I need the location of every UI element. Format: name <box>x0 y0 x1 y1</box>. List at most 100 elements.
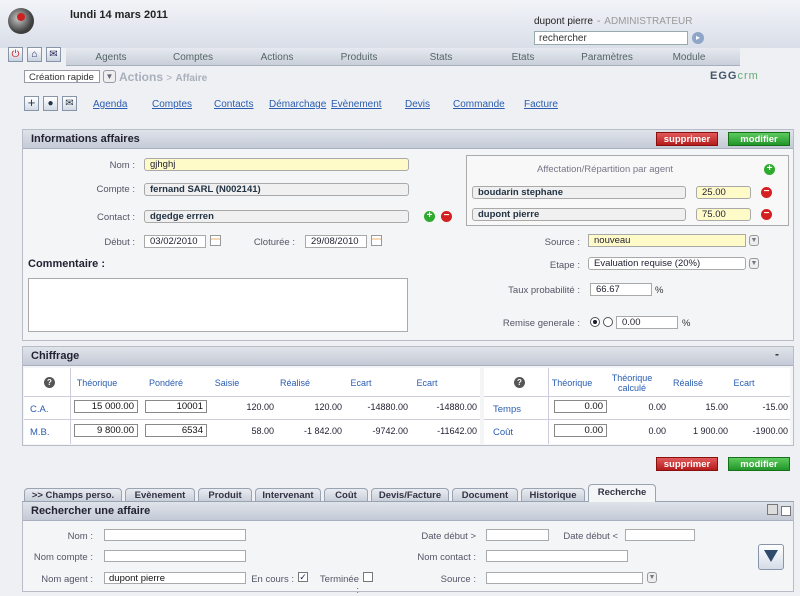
contact-label: Contact : <box>96 212 135 223</box>
ca-pondere-input[interactable]: 10001 <box>145 400 207 413</box>
add-icon[interactable]: + <box>24 96 39 111</box>
tab-evenement[interactable]: Evènement <box>125 488 195 501</box>
link-evenement[interactable]: Evènement <box>331 99 382 110</box>
remise-unit: % <box>682 318 691 329</box>
nav-produits[interactable]: Produits <box>328 52 390 63</box>
row-mb-label: M.B. <box>30 427 50 438</box>
chevron-down-icon[interactable]: ▼ <box>749 235 759 246</box>
link-facture[interactable]: Facture <box>524 99 558 110</box>
add-contact-icon[interactable]: + <box>424 211 435 222</box>
agent-name-field[interactable]: dupont pierre <box>472 208 686 221</box>
remise-radio-percent[interactable] <box>590 317 600 327</box>
agent-name-field[interactable]: boudarin stephane <box>472 186 686 199</box>
date-debut-lt-label: Date début < <box>563 531 618 542</box>
nom-contact-input[interactable] <box>486 550 628 562</box>
ca-theorique-input[interactable]: 15 000.00 <box>74 400 138 413</box>
export-icon[interactable] <box>781 506 791 516</box>
taux-label: Taux probabilité : <box>508 285 580 296</box>
quick-create-select[interactable]: Création rapide <box>24 70 100 83</box>
help-icon[interactable]: ? <box>514 377 525 388</box>
mb-theorique-input[interactable]: 9 800.00 <box>74 424 138 437</box>
tab-champs-perso[interactable]: >> Champs perso. <box>24 488 122 501</box>
agent-pct-field[interactable]: 25.00 <box>696 186 751 199</box>
link-commande[interactable]: Commande <box>453 99 505 110</box>
source-select[interactable]: nouveau <box>588 234 746 247</box>
link-contacts[interactable]: Contacts <box>214 99 253 110</box>
comment-icon[interactable]: ● <box>43 96 58 111</box>
nav-etats[interactable]: Etats <box>492 52 554 63</box>
help-icon[interactable]: ? <box>44 377 55 388</box>
search-submit-button[interactable] <box>758 544 784 570</box>
link-comptes[interactable]: Comptes <box>152 99 192 110</box>
commentaire-textarea[interactable] <box>28 278 408 332</box>
tab-produit[interactable]: Produit <box>198 488 252 501</box>
mb-pondere-input[interactable]: 6534 <box>145 424 207 437</box>
chevron-down-icon[interactable]: ▼ <box>103 70 116 83</box>
remise-label: Remise generale : <box>502 318 580 329</box>
nav-stats[interactable]: Stats <box>410 52 472 63</box>
chevron-down-icon[interactable]: ▼ <box>647 572 657 583</box>
remove-contact-icon[interactable]: − <box>441 211 452 222</box>
col-theorique: Théorique <box>76 378 118 388</box>
etape-select[interactable]: Evaluation requise (20%) <box>588 257 746 270</box>
nav-actions[interactable]: Actions <box>246 52 308 63</box>
calendar-icon[interactable] <box>210 235 221 246</box>
link-demarchage[interactable]: Démarchage <box>269 99 326 110</box>
contact-field[interactable]: dgedge errren <box>144 210 409 223</box>
tab-document[interactable]: Document <box>452 488 518 501</box>
search-nom-agent-input[interactable]: dupont pierre <box>104 572 246 584</box>
date-debut-gt-input[interactable] <box>486 529 549 541</box>
nav-parametres[interactable]: Paramètres <box>574 52 640 63</box>
nom-field[interactable]: gjhghj <box>144 158 409 171</box>
nav-module[interactable]: Module <box>658 52 720 63</box>
date-debut-lt-input[interactable] <box>625 529 695 541</box>
power-icon[interactable]: ⏻ <box>8 47 23 62</box>
debut-field[interactable]: 03/02/2010 <box>144 235 206 248</box>
search-go-icon[interactable]: ▸ <box>692 32 704 44</box>
breadcrumb-section[interactable]: Actions <box>119 70 163 84</box>
en-cours-checkbox[interactable]: ✓ <box>298 572 308 582</box>
collapse-icon[interactable]: - <box>775 347 779 361</box>
nav-comptes[interactable]: Comptes <box>162 52 224 63</box>
nav-agents[interactable]: Agents <box>80 52 142 63</box>
email-icon[interactable]: ✉ <box>62 96 77 111</box>
mail-icon[interactable]: ✉ <box>46 47 61 62</box>
temps-theorique-input[interactable]: 0.00 <box>554 400 607 413</box>
row-ca-label: C.A. <box>30 404 49 415</box>
tab-recherche[interactable]: Recherche <box>588 484 656 502</box>
chevron-down-icon[interactable]: ▼ <box>749 258 759 269</box>
add-agent-icon[interactable]: + <box>764 164 775 175</box>
search-source-select[interactable] <box>486 572 643 584</box>
print-icon[interactable] <box>767 504 778 515</box>
tab-devis-facture[interactable]: Devis/Facture <box>371 488 449 501</box>
edit-button[interactable]: modifier <box>728 132 790 146</box>
tab-cout[interactable]: Coût <box>324 488 368 501</box>
search-nom-input[interactable] <box>104 529 246 541</box>
terminee-checkbox[interactable] <box>363 572 373 582</box>
remove-agent-icon[interactable]: − <box>761 209 772 220</box>
link-agenda[interactable]: Agenda <box>93 99 127 110</box>
compte-field[interactable]: fernand SARL (N002141) <box>144 183 409 196</box>
remise-radio-amount[interactable] <box>603 317 613 327</box>
cloture-field[interactable]: 29/08/2010 <box>305 235 367 248</box>
breadcrumb: Actions > Affaire <box>119 70 208 84</box>
agent-pct-field[interactable]: 75.00 <box>696 208 751 221</box>
global-search-input[interactable]: rechercher <box>534 31 688 45</box>
remise-field[interactable]: 0.00 <box>616 316 678 329</box>
temps-calcule: 0.00 <box>648 402 666 412</box>
calendar-icon[interactable] <box>371 235 382 246</box>
delete-button[interactable]: supprimer <box>656 132 718 146</box>
col-pondere: Pondéré <box>148 378 184 388</box>
taux-field[interactable]: 66.67 <box>590 283 652 296</box>
delete-button[interactable]: supprimer <box>656 457 718 471</box>
search-nom-compte-input[interactable] <box>104 550 246 562</box>
tab-intervenant[interactable]: Intervenant <box>255 488 321 501</box>
home-icon[interactable]: ⌂ <box>27 47 42 62</box>
user-name[interactable]: dupont pierre <box>534 16 593 27</box>
link-devis[interactable]: Devis <box>405 99 430 110</box>
edit-button[interactable]: modifier <box>728 457 790 471</box>
compte-label: Compte : <box>96 184 135 195</box>
cout-theorique-input[interactable]: 0.00 <box>554 424 607 437</box>
remove-agent-icon[interactable]: − <box>761 187 772 198</box>
tab-historique[interactable]: Historique <box>521 488 585 501</box>
